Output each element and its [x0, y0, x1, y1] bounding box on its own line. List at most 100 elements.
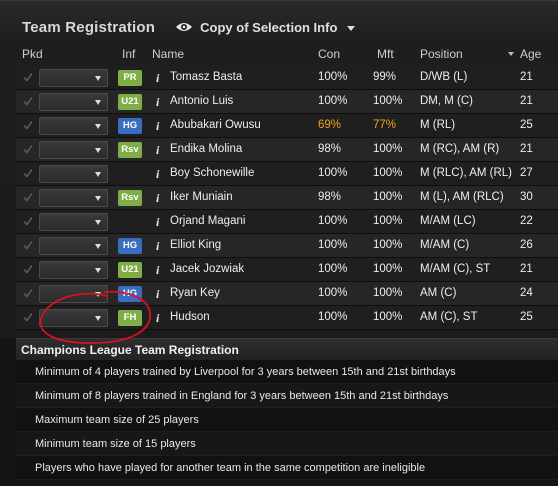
info-icon[interactable]: i — [156, 239, 159, 254]
col-con[interactable]: Con — [318, 47, 340, 61]
registration-select[interactable] — [39, 261, 108, 279]
condition-value: 100% — [318, 311, 348, 323]
col-position[interactable]: Position — [420, 47, 463, 61]
player-name[interactable]: Boy Schonewille — [170, 167, 254, 179]
player-name[interactable]: Hudson — [170, 311, 210, 323]
condition-value: 69% — [318, 119, 342, 131]
match-fitness-value: 100% — [373, 191, 403, 203]
col-pkd[interactable]: Pkd — [22, 47, 43, 61]
position-value: M (RC), AM (R) — [420, 143, 500, 155]
position-value: M (L), AM (RLC) — [420, 191, 504, 203]
info-icon[interactable]: i — [156, 287, 159, 302]
match-fitness-value: 100% — [373, 95, 403, 107]
table-row[interactable]: U21 i Jacek Jozwiak 100% 100% M/AM (C), … — [16, 258, 558, 282]
panel-header: Team Registration Copy of Selection Info — [0, 11, 558, 43]
match-fitness-value: 100% — [373, 263, 403, 275]
position-value: M (RL) — [420, 119, 456, 131]
dropdown-arrow-icon — [95, 268, 101, 273]
player-name[interactable]: Tomasz Basta — [170, 71, 242, 83]
registration-select[interactable] — [39, 285, 108, 303]
player-name[interactable]: Endika Molina — [170, 143, 242, 155]
checkmark-icon[interactable] — [22, 167, 34, 179]
dropdown-arrow-icon — [95, 100, 101, 105]
registration-select[interactable] — [39, 93, 108, 111]
col-inf[interactable]: Inf — [122, 47, 135, 61]
table-row[interactable]: FH i Hudson 100% 100% AM (C), ST 25 — [16, 306, 558, 330]
condition-value: 98% — [318, 191, 342, 203]
position-value: AM (C), ST — [420, 311, 478, 323]
table-row[interactable]: i Orjand Magani 100% 100% M/AM (LC) 22 — [16, 210, 558, 234]
condition-value: 100% — [318, 287, 348, 299]
view-selector-label: Copy of Selection Info — [200, 19, 338, 35]
view-selector[interactable]: Copy of Selection Info — [175, 19, 356, 35]
age-value: 24 — [520, 287, 533, 299]
col-age[interactable]: Age — [520, 47, 541, 61]
table-row[interactable]: i Boy Schonewille 100% 100% M (RLC), AM … — [16, 162, 558, 186]
info-icon[interactable]: i — [156, 311, 159, 326]
info-icon[interactable]: i — [156, 215, 159, 230]
age-value: 21 — [520, 143, 533, 155]
table-row[interactable]: HG i Ryan Key 100% 100% AM (C) 24 — [16, 282, 558, 306]
rule-item: Maximum team size of 25 players — [16, 408, 558, 432]
col-mft[interactable]: Mft — [377, 47, 394, 61]
age-value: 21 — [520, 263, 533, 275]
col-name[interactable]: Name — [152, 47, 184, 61]
info-icon[interactable]: i — [156, 167, 159, 182]
checkmark-icon[interactable] — [22, 215, 34, 227]
checkmark-icon[interactable] — [22, 287, 34, 299]
status-badge: PR — [118, 70, 142, 86]
player-name[interactable]: Orjand Magani — [170, 215, 245, 227]
player-name[interactable]: Elliot King — [170, 239, 221, 251]
checkmark-icon[interactable] — [22, 143, 34, 155]
checkmark-icon[interactable] — [22, 95, 34, 107]
checkmark-icon[interactable] — [22, 119, 34, 131]
checkmark-icon[interactable] — [22, 71, 34, 83]
dropdown-arrow-icon — [95, 196, 101, 201]
info-icon[interactable]: i — [156, 191, 159, 206]
competition-rules-panel: Champions League Team Registration Minim… — [16, 338, 558, 486]
match-fitness-value: 77% — [373, 119, 397, 131]
checkmark-icon[interactable] — [22, 311, 34, 323]
info-icon[interactable]: i — [156, 119, 159, 134]
condition-value: 100% — [318, 263, 348, 275]
registration-select[interactable] — [39, 189, 108, 207]
registration-select[interactable] — [39, 165, 108, 183]
dropdown-arrow-icon — [95, 148, 101, 153]
info-icon[interactable]: i — [156, 71, 159, 86]
registration-select[interactable] — [39, 141, 108, 159]
dropdown-arrow-icon — [95, 292, 101, 297]
table-row[interactable]: Rsv i Iker Muniain 98% 100% M (L), AM (R… — [16, 186, 558, 210]
position-value: M/AM (C) — [420, 239, 470, 251]
info-icon[interactable]: i — [156, 263, 159, 278]
registration-select[interactable] — [39, 237, 108, 255]
player-name[interactable]: Jacek Jozwiak — [170, 263, 244, 275]
registration-select[interactable] — [39, 309, 108, 327]
condition-value: 100% — [318, 239, 348, 251]
table-row[interactable]: HG i Elliot King 100% 100% M/AM (C) 26 — [16, 234, 558, 258]
age-value: 27 — [520, 167, 533, 179]
condition-value: 100% — [318, 71, 348, 83]
player-name[interactable]: Iker Muniain — [170, 191, 233, 203]
player-name[interactable]: Ryan Key — [170, 287, 220, 299]
registration-select[interactable] — [39, 117, 108, 135]
match-fitness-value: 100% — [373, 143, 403, 155]
info-icon[interactable]: i — [156, 95, 159, 110]
checkmark-icon[interactable] — [22, 263, 34, 275]
rule-item: Minimum of 8 players trained in England … — [16, 384, 558, 408]
checkmark-icon[interactable] — [22, 191, 34, 203]
status-badge: U21 — [118, 262, 142, 278]
position-value: DM, M (C) — [420, 95, 474, 107]
player-name[interactable]: Abubakari Owusu — [170, 119, 261, 131]
checkmark-icon[interactable] — [22, 239, 34, 251]
table-row[interactable]: Rsv i Endika Molina 98% 100% M (RC), AM … — [16, 138, 558, 162]
status-badge: HG — [118, 286, 142, 302]
player-name[interactable]: Antonio Luis — [170, 95, 233, 107]
table-row[interactable]: HG i Abubakari Owusu 69% 77% M (RL) 25 — [16, 114, 558, 138]
registration-select[interactable] — [39, 69, 108, 87]
registration-select[interactable] — [39, 213, 108, 231]
position-value: M/AM (LC) — [420, 215, 476, 227]
table-row[interactable]: U21 i Antonio Luis 100% 100% DM, M (C) 2… — [16, 90, 558, 114]
status-badge: Rsv — [118, 142, 142, 158]
info-icon[interactable]: i — [156, 143, 159, 158]
table-row[interactable]: PR i Tomasz Basta 100% 99% D/WB (L) 21 — [16, 66, 558, 90]
